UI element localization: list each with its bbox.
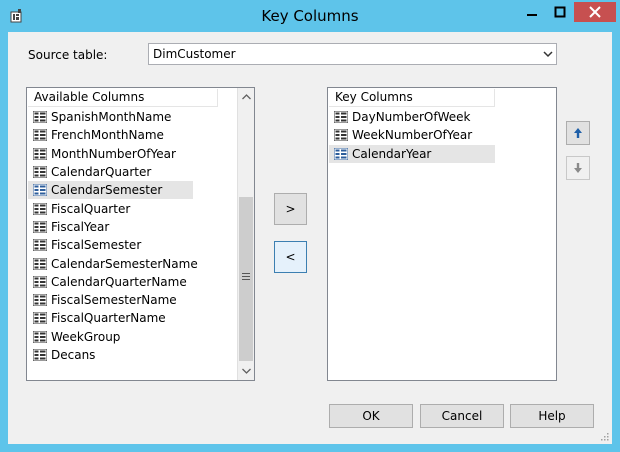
- column-icon: [334, 111, 348, 124]
- list-item-label: CalendarQuarterName: [51, 274, 187, 289]
- cancel-button[interactable]: Cancel: [420, 404, 504, 428]
- source-table-label: Source table:: [28, 48, 108, 62]
- chevron-down-icon: [543, 51, 553, 58]
- list-item[interactable]: CalendarQuarterName: [28, 273, 193, 291]
- title-bar[interactable]: Key Columns: [0, 0, 620, 32]
- list-item-label: WeekNumberOfYear: [352, 128, 473, 143]
- column-icon: [33, 147, 47, 160]
- column-icon: [334, 129, 348, 142]
- scrollbar-thumb[interactable]: [239, 197, 253, 361]
- column-icon: [33, 312, 47, 325]
- column-icon: [33, 111, 47, 124]
- list-item-label: FiscalSemester: [51, 238, 142, 253]
- list-item-label: CalendarQuarter: [51, 165, 152, 180]
- available-columns-header[interactable]: Available Columns: [28, 89, 218, 107]
- list-item[interactable]: WeekGroup: [28, 328, 193, 346]
- available-columns-rows: SpanishMonthName FrenchMonthName MonthNumb…: [28, 108, 198, 364]
- column-icon: [33, 239, 47, 252]
- help-button[interactable]: Help: [510, 404, 594, 428]
- vertical-scrollbar[interactable]: [237, 88, 254, 380]
- column-icon: [33, 257, 47, 270]
- key-columns-rows: DayNumberOfWeek WeekNumberOfYear CalendarY…: [329, 108, 495, 163]
- list-item-label: SpanishMonthName: [51, 110, 172, 125]
- maximize-button[interactable]: [546, 2, 574, 22]
- key-columns-dialog: Key Columns Source table: DimCustomer Av…: [0, 0, 620, 452]
- list-item-label: FrenchMonthName: [51, 128, 164, 143]
- grip-icon: [242, 273, 250, 280]
- column-icon: [33, 294, 47, 307]
- maximize-icon: [554, 6, 566, 18]
- column-icon: [33, 184, 47, 197]
- chevron-up-icon: [241, 94, 251, 100]
- list-item[interactable]: SpanishMonthName: [28, 108, 193, 126]
- add-column-button[interactable]: >: [274, 193, 307, 225]
- list-item[interactable]: CalendarSemesterName: [28, 254, 198, 272]
- list-item[interactable]: FiscalSemesterName: [28, 291, 193, 309]
- list-item-label: FiscalYear: [51, 219, 110, 234]
- list-item[interactable]: FiscalYear: [28, 218, 193, 236]
- list-item-label: CalendarSemester: [51, 183, 163, 198]
- list-item[interactable]: DayNumberOfWeek: [329, 108, 495, 126]
- column-icon: [33, 129, 47, 142]
- source-table-dropdown[interactable]: DimCustomer: [148, 43, 557, 65]
- column-icon: [33, 166, 47, 179]
- list-item[interactable]: CalendarQuarter: [28, 163, 193, 181]
- scroll-down-button[interactable]: [238, 363, 254, 379]
- list-item-label: Decans: [51, 348, 96, 362]
- key-columns-list[interactable]: Key Columns DayNumberOfWeek WeekNumberOfY…: [327, 87, 557, 381]
- list-item-label: FiscalQuarterName: [51, 311, 166, 326]
- list-item[interactable]: FiscalSemester: [28, 236, 193, 254]
- list-item-label: CalendarYear: [352, 146, 432, 161]
- ok-button[interactable]: OK: [329, 404, 413, 428]
- column-icon: [334, 147, 348, 160]
- list-item-label: FiscalQuarter: [51, 201, 131, 216]
- column-icon: [33, 202, 47, 215]
- list-item[interactable]: Decans: [28, 346, 193, 364]
- source-table-value: DimCustomer: [153, 47, 236, 61]
- arrow-up-icon: [574, 128, 582, 138]
- minimize-button[interactable]: [518, 2, 546, 22]
- scroll-up-button[interactable]: [238, 89, 254, 105]
- list-item[interactable]: FiscalQuarterName: [28, 309, 193, 327]
- list-item[interactable]: CalendarSemester: [28, 181, 193, 200]
- list-item[interactable]: MonthNumberOfYear: [28, 145, 193, 163]
- list-item[interactable]: WeekNumberOfYear: [329, 126, 495, 144]
- close-button[interactable]: [574, 2, 616, 22]
- move-up-button[interactable]: [566, 121, 590, 145]
- list-item-label: FiscalSemesterName: [51, 293, 177, 308]
- column-icon: [33, 275, 47, 288]
- dialog-body: Source table: DimCustomer Available Colu…: [8, 32, 612, 444]
- column-icon: [33, 330, 47, 343]
- available-columns-list[interactable]: Available Columns SpanishMonthName French…: [26, 87, 255, 381]
- resize-grip-icon[interactable]: [599, 431, 609, 441]
- column-icon: [33, 349, 47, 361]
- remove-column-button[interactable]: <: [274, 241, 307, 273]
- list-item[interactable]: CalendarYear: [329, 144, 495, 163]
- list-item[interactable]: FiscalQuarter: [28, 199, 193, 217]
- chevron-down-icon: [241, 368, 251, 374]
- move-down-button[interactable]: [566, 156, 590, 180]
- close-icon: [589, 6, 601, 18]
- list-item-label: MonthNumberOfYear: [51, 146, 176, 161]
- column-icon: [33, 220, 47, 233]
- list-item[interactable]: FrenchMonthName: [28, 126, 193, 144]
- minimize-icon: [527, 14, 537, 16]
- list-item-label: DayNumberOfWeek: [352, 110, 471, 125]
- list-item-label: WeekGroup: [51, 329, 121, 344]
- list-item-label: CalendarSemesterName: [51, 256, 198, 271]
- key-columns-header[interactable]: Key Columns: [329, 89, 495, 107]
- arrow-down-icon: [574, 163, 582, 173]
